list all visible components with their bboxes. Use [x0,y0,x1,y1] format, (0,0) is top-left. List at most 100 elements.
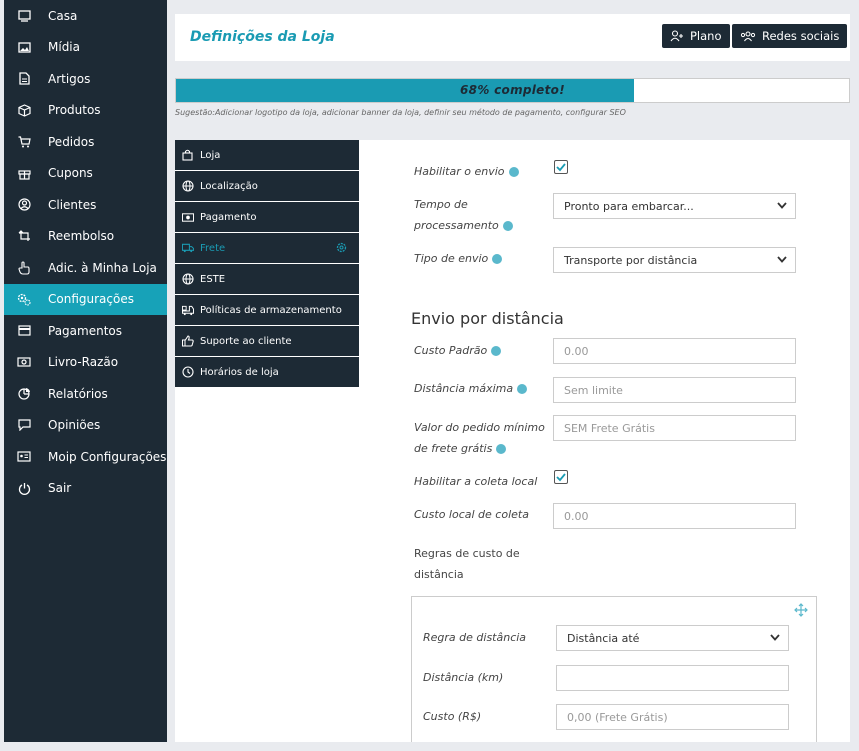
id-card-icon [17,450,31,464]
sidebar-item-livro-razao[interactable]: Livro-Razão [4,347,167,379]
default-cost-label-text: Custo Padrão [414,344,488,357]
sidebar-item-label: Casa [48,8,78,23]
chevron-down-icon [770,634,780,641]
max-distance-input[interactable]: Sem limite [553,377,796,403]
globe-icon [182,180,194,192]
min-order-label-2: de frete grátis [414,438,507,460]
help-icon[interactable] [517,384,528,394]
processing-time-label: Tempo de [414,194,468,216]
cost-input[interactable]: 0,00 (Frete Grátis) [556,704,789,730]
processing-time-label-line2: processamento [414,219,499,232]
submenu-item-pagamento[interactable]: Pagamento [175,202,359,233]
page-title: Definições da Loja [190,29,335,45]
sidebar-item-sair[interactable]: Sair [4,473,167,505]
sidebar-item-pedidos[interactable]: Pedidos [4,126,167,158]
plan-button[interactable]: Plano [662,24,730,48]
submenu-item-label: Horários de loja [200,366,279,378]
sidebar-item-cupons[interactable]: Cupons [4,158,167,190]
shipping-type-select[interactable]: Transporte por distância [553,247,796,273]
comment-icon [17,418,31,432]
min-order-label: Valor do pedido mínimo [414,417,545,439]
submenu-item-localizacao[interactable]: Localização [175,171,359,202]
document-icon [17,72,31,86]
processing-time-label-line1: Tempo de [414,198,468,211]
submenu-item-loja[interactable]: Loja [175,140,359,171]
pie-chart-icon [17,387,31,401]
sidebar-item-casa[interactable]: Casa [4,0,167,32]
settings-submenu: Loja Localização Pagamento Frete ESTE Po… [175,140,359,388]
sidebar-item-clientes[interactable]: Clientes [4,189,167,221]
min-order-label-line1: Valor do pedido mínimo [414,421,545,434]
progress-suggestion: Sugestão:Adicionar logotipo da loja, adi… [175,108,626,117]
user-plus-icon [670,30,684,42]
sidebar-item-moip-configuracoes[interactable]: Moip Configurações [4,441,167,473]
processing-time-select[interactable]: Pronto para embarcar... [553,193,796,219]
local-pickup-checkbox[interactable] [554,470,568,484]
enable-shipping-checkbox[interactable] [554,160,568,174]
submenu-item-horarios-loja[interactable]: Horários de loja [175,357,359,388]
chevron-down-icon [777,202,787,209]
bag-icon [182,149,194,161]
distance-km-label: Distância (km) [423,671,504,684]
sidebar-item-adic-minha-loja[interactable]: Adic. à Minha Loja [4,252,167,284]
globe-icon [182,273,194,285]
social-networks-button-label: Redes sociais [762,29,840,43]
help-icon[interactable] [502,221,513,231]
gear-icon [336,242,347,253]
shipping-type-label-text: Tipo de envio [414,252,489,265]
local-pickup-cost-label: Custo local de coleta [414,508,529,521]
section-title: Envio por distância [411,309,564,328]
sidebar-item-relatorios[interactable]: Relatórios [4,378,167,410]
sidebar-item-opinioes[interactable]: Opiniões [4,410,167,442]
processing-time-value: Pronto para embarcar... [564,199,694,213]
distance-rule-select[interactable]: Distância até [556,625,789,651]
sidebar-item-label: Cupons [48,166,93,181]
cart-icon [17,135,31,149]
default-cost-input[interactable]: 0.00 [553,338,796,364]
move-arrows-icon[interactable] [794,603,808,617]
submenu-item-politicas-armazenamento[interactable]: Políticas de armazenamento [175,295,359,326]
sidebar-item-reembolso[interactable]: Reembolso [4,221,167,253]
progress-label: 68% completo! [460,83,565,97]
thumbs-up-icon [182,335,194,347]
submenu-item-suporte-cliente[interactable]: Suporte ao cliente [175,326,359,357]
help-icon[interactable] [496,444,507,454]
sidebar-item-label: Pedidos [48,134,95,149]
page-header: Definições da Loja Plano Redes sociais [175,14,850,61]
shipping-type-value: Transporte por distância [564,253,698,267]
distance-km-input[interactable] [556,665,789,691]
checkmark-icon [556,473,566,482]
shipping-type-label: Tipo de envio [414,248,503,270]
submenu-item-frete[interactable]: Frete [175,233,359,264]
cost-label: Custo (R$) [423,710,482,723]
sidebar-item-produtos[interactable]: Produtos [4,95,167,127]
gift-icon [17,166,31,180]
sidebar-item-label: Sair [48,481,72,496]
image-icon [17,40,31,54]
help-icon[interactable] [491,346,502,356]
sidebar-item-pagamentos[interactable]: Pagamentos [4,315,167,347]
money-icon [17,355,31,369]
min-order-free-shipping-input[interactable]: SEM Frete Grátis [553,415,796,441]
truck-icon [182,242,194,254]
sidebar-item-label: Adic. à Minha Loja [48,260,157,275]
help-icon[interactable] [508,167,519,177]
submenu-item-este[interactable]: ESTE [175,264,359,295]
checkmark-icon [556,163,566,172]
credit-card-icon [17,324,31,338]
sidebar-item-configuracoes[interactable]: Configurações [4,283,167,315]
sidebar-item-artigos[interactable]: Artigos [4,63,167,95]
distance-rules-label-2: distância [414,568,464,581]
enable-shipping-label: Habilitar o envio [414,161,519,183]
sidebar-item-midia[interactable]: Mídia [4,32,167,64]
help-icon[interactable] [492,254,503,264]
sidebar-item-label: Reembolso [48,229,115,244]
social-networks-button[interactable]: Redes sociais [732,24,848,48]
enable-shipping-label-text: Habilitar o envio [414,165,505,178]
user-circle-icon [17,198,31,212]
box-icon [17,103,31,117]
money-icon [182,211,194,223]
refund-icon [17,229,31,243]
submenu-item-label: Suporte ao cliente [200,335,292,347]
local-pickup-cost-input[interactable]: 0.00 [553,503,796,529]
